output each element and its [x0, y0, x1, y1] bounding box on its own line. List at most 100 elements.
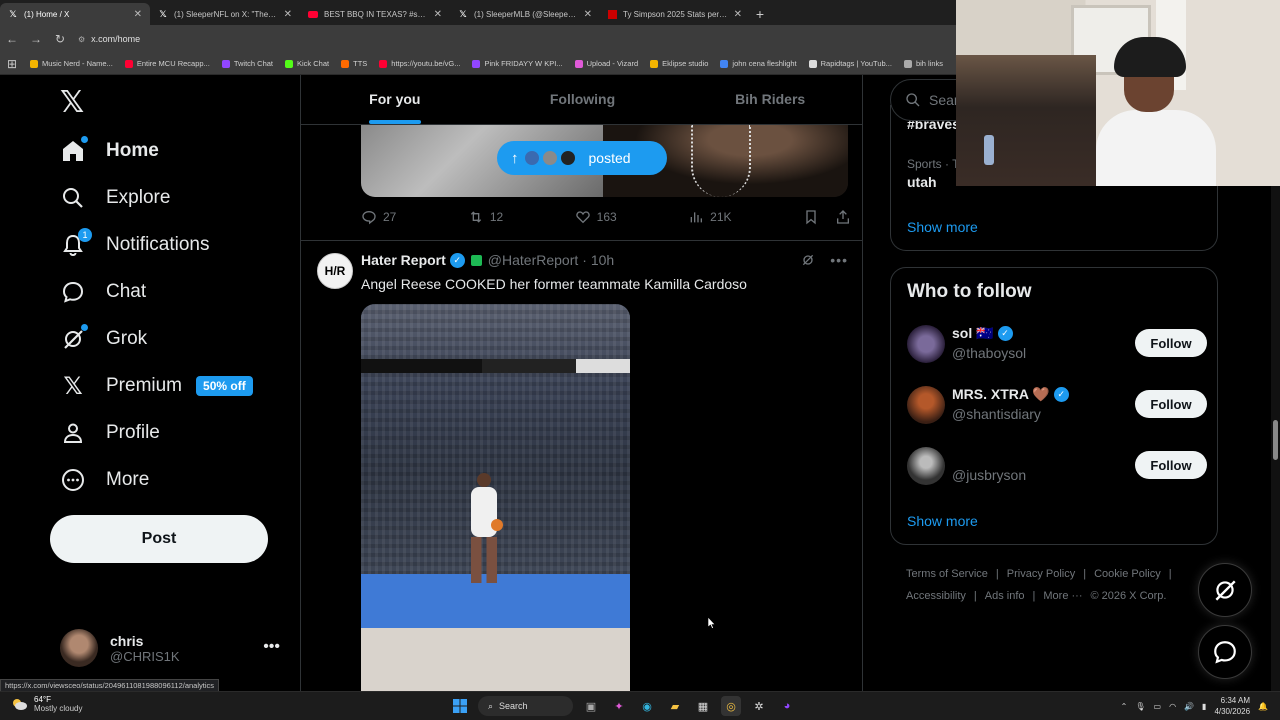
close-icon[interactable]: ✕: [584, 9, 592, 20]
close-icon[interactable]: ✕: [434, 9, 442, 20]
bookmark-item[interactable]: TTS: [341, 59, 367, 68]
trend-item-utah[interactable]: utah: [907, 174, 937, 190]
footer-link-ads-info[interactable]: Ads info: [985, 590, 1025, 602]
like-button[interactable]: 163: [575, 209, 617, 225]
bookmark-item[interactable]: Twitch Chat: [221, 59, 273, 68]
nav-item-premium[interactable]: 𝕏 Premium 50% off: [60, 373, 253, 400]
bookmark-item[interactable]: Eklipse studio: [650, 59, 708, 68]
views-button[interactable]: 21K: [688, 209, 732, 225]
bookmark-item[interactable]: Entire MCU Recapp...: [124, 59, 210, 68]
file-explorer-icon[interactable]: ▰: [665, 696, 685, 716]
follow-suggestion[interactable]: sol 🇦🇺 ✓ @thaboysol Follow: [907, 325, 1207, 367]
nav-item-profile[interactable]: Profile: [60, 420, 160, 446]
taskbar-clock[interactable]: 6:34 AM 4/30/2026: [1214, 695, 1250, 717]
who-to-follow-show-more-link[interactable]: Show more: [907, 513, 978, 529]
battery-icon[interactable]: ▮: [1202, 702, 1206, 711]
footer-link-terms[interactable]: Terms of Service: [906, 568, 988, 580]
new-posts-pill[interactable]: ↑ posted: [497, 141, 667, 175]
nav-item-notifications[interactable]: 1 Notifications: [60, 228, 210, 258]
follow-suggestion[interactable]: MRS. XTRA 🤎 ✓ @shantisdiary Follow: [907, 386, 1207, 428]
bookmark-item[interactable]: Rapidtags | YouTub...: [808, 59, 892, 68]
follow-button[interactable]: Follow: [1135, 451, 1207, 479]
avatar[interactable]: [907, 447, 945, 485]
avatar[interactable]: [907, 386, 945, 424]
back-icon[interactable]: ←: [6, 32, 18, 46]
chrome-icon[interactable]: ◎: [721, 696, 741, 716]
notification-center-icon[interactable]: 🔔: [1258, 702, 1268, 711]
weather-widget[interactable]: 64°F Mostly cloudy: [12, 695, 82, 713]
browser-tab-ty-simpson[interactable]: Ty Simpson 2025 Stats per Gam ✕: [600, 3, 750, 25]
bookmark-item[interactable]: Music Nerd - Name...: [30, 59, 113, 68]
monitor-icon[interactable]: ▭: [1154, 702, 1162, 711]
close-icon[interactable]: ✕: [134, 9, 142, 20]
tweet-author-handle[interactable]: @HaterReport: [488, 252, 578, 268]
follow-suggestion[interactable]: @jusbryson Follow: [907, 447, 1207, 489]
new-tab-button[interactable]: +: [750, 3, 770, 25]
tweet-card[interactable]: H/R Hater Report ✓ @HaterReport · 10h ••…: [301, 240, 862, 691]
grok-fab-button[interactable]: [1198, 563, 1252, 617]
reload-icon[interactable]: ↻: [54, 32, 66, 46]
close-icon[interactable]: ✕: [734, 9, 742, 20]
tweet-time[interactable]: · 10h: [582, 252, 614, 268]
bookmark-item[interactable]: Kick Chat: [285, 59, 329, 68]
tweet-video[interactable]: [361, 304, 630, 691]
bookmark-item[interactable]: john cena fleshlight: [720, 59, 797, 68]
repost-button[interactable]: 12: [468, 209, 503, 225]
follow-button[interactable]: Follow: [1135, 329, 1207, 357]
nav-item-chat[interactable]: Chat: [60, 279, 146, 305]
browser-tab-sleepermlb[interactable]: 𝕏 (1) SleeperMLB (@SleeperMLB) ✕: [450, 3, 600, 25]
more-dots-icon[interactable]: •••: [830, 252, 848, 268]
windows-start-icon[interactable]: [450, 696, 470, 716]
tab-for-you[interactable]: For you: [301, 75, 489, 124]
tab-following[interactable]: Following: [489, 75, 677, 124]
task-view-icon[interactable]: ▣: [581, 696, 601, 716]
app-icon[interactable]: ✲: [749, 696, 769, 716]
discord-icon[interactable]: ◕: [777, 696, 797, 716]
nav-item-more[interactable]: More: [60, 467, 149, 493]
nav-item-home[interactable]: Home: [60, 136, 159, 164]
url-field[interactable]: ⚙ x.com/home: [78, 34, 140, 44]
x-logo-icon[interactable]: 𝕏: [60, 85, 84, 120]
scrollbar-thumb[interactable]: [1273, 420, 1278, 460]
store-icon[interactable]: ▦: [693, 696, 713, 716]
avatar[interactable]: H/R: [317, 253, 353, 289]
browser-tab-home-x[interactable]: 𝕏 (1) Home / X ✕: [0, 3, 150, 25]
nav-item-grok[interactable]: Grok: [60, 324, 147, 352]
footer-link-cookies[interactable]: Cookie Policy: [1094, 568, 1161, 580]
follow-button[interactable]: Follow: [1135, 390, 1207, 418]
bookmark-icon[interactable]: [803, 209, 819, 225]
bookmark-item[interactable]: Upload - Vizard: [574, 59, 638, 68]
browser-tab-sleepernfl[interactable]: 𝕏 (1) SleeperNFL on X: "The Ram ✕: [150, 3, 300, 25]
close-icon[interactable]: ✕: [284, 9, 292, 20]
copilot-icon[interactable]: ✦: [609, 696, 629, 716]
apps-grid-icon[interactable]: ⊞: [6, 57, 18, 71]
taskbar-search[interactable]: ⌕ Search: [478, 696, 573, 716]
bookmark-item[interactable]: https://youtu.be/vG...: [379, 59, 460, 68]
footer-link-more[interactable]: More ···: [1043, 590, 1082, 602]
reply-button[interactable]: 27: [361, 209, 396, 225]
share-icon[interactable]: [835, 209, 851, 225]
forward-icon[interactable]: →: [30, 32, 42, 46]
edge-icon[interactable]: ◉: [637, 696, 657, 716]
site-info-icon[interactable]: ⚙: [78, 35, 85, 44]
microphone-icon[interactable]: 🎙: [1135, 702, 1145, 711]
tweet-author-name[interactable]: Hater Report: [361, 252, 446, 268]
more-dots-icon[interactable]: •••: [263, 638, 280, 656]
footer-link-accessibility[interactable]: Accessibility: [906, 590, 966, 602]
wifi-icon[interactable]: ◠: [1169, 702, 1176, 711]
browser-tab-bbq[interactable]: BEST BBQ IN TEXAS? #shorts - ✕: [300, 3, 450, 25]
bookmark-item[interactable]: Pink FRIDAYY W KPI...: [472, 59, 563, 68]
avatar[interactable]: [907, 325, 945, 363]
footer-link-privacy[interactable]: Privacy Policy: [1007, 568, 1075, 580]
post-button[interactable]: Post: [50, 515, 268, 563]
trending-show-more-link[interactable]: Show more: [907, 219, 978, 235]
messages-fab-button[interactable]: [1198, 625, 1252, 679]
grok-icon[interactable]: [800, 252, 816, 268]
webcam-bottle: [984, 135, 994, 165]
bookmark-item[interactable]: bih links: [903, 59, 943, 68]
tab-bih-riders[interactable]: Bih Riders: [676, 75, 862, 124]
account-switcher[interactable]: chris @CHRIS1K •••: [60, 628, 285, 668]
nav-item-explore[interactable]: Explore: [60, 185, 170, 211]
tray-chevron-icon[interactable]: ⌃: [1121, 702, 1128, 711]
volume-icon[interactable]: 🔊: [1184, 702, 1194, 711]
